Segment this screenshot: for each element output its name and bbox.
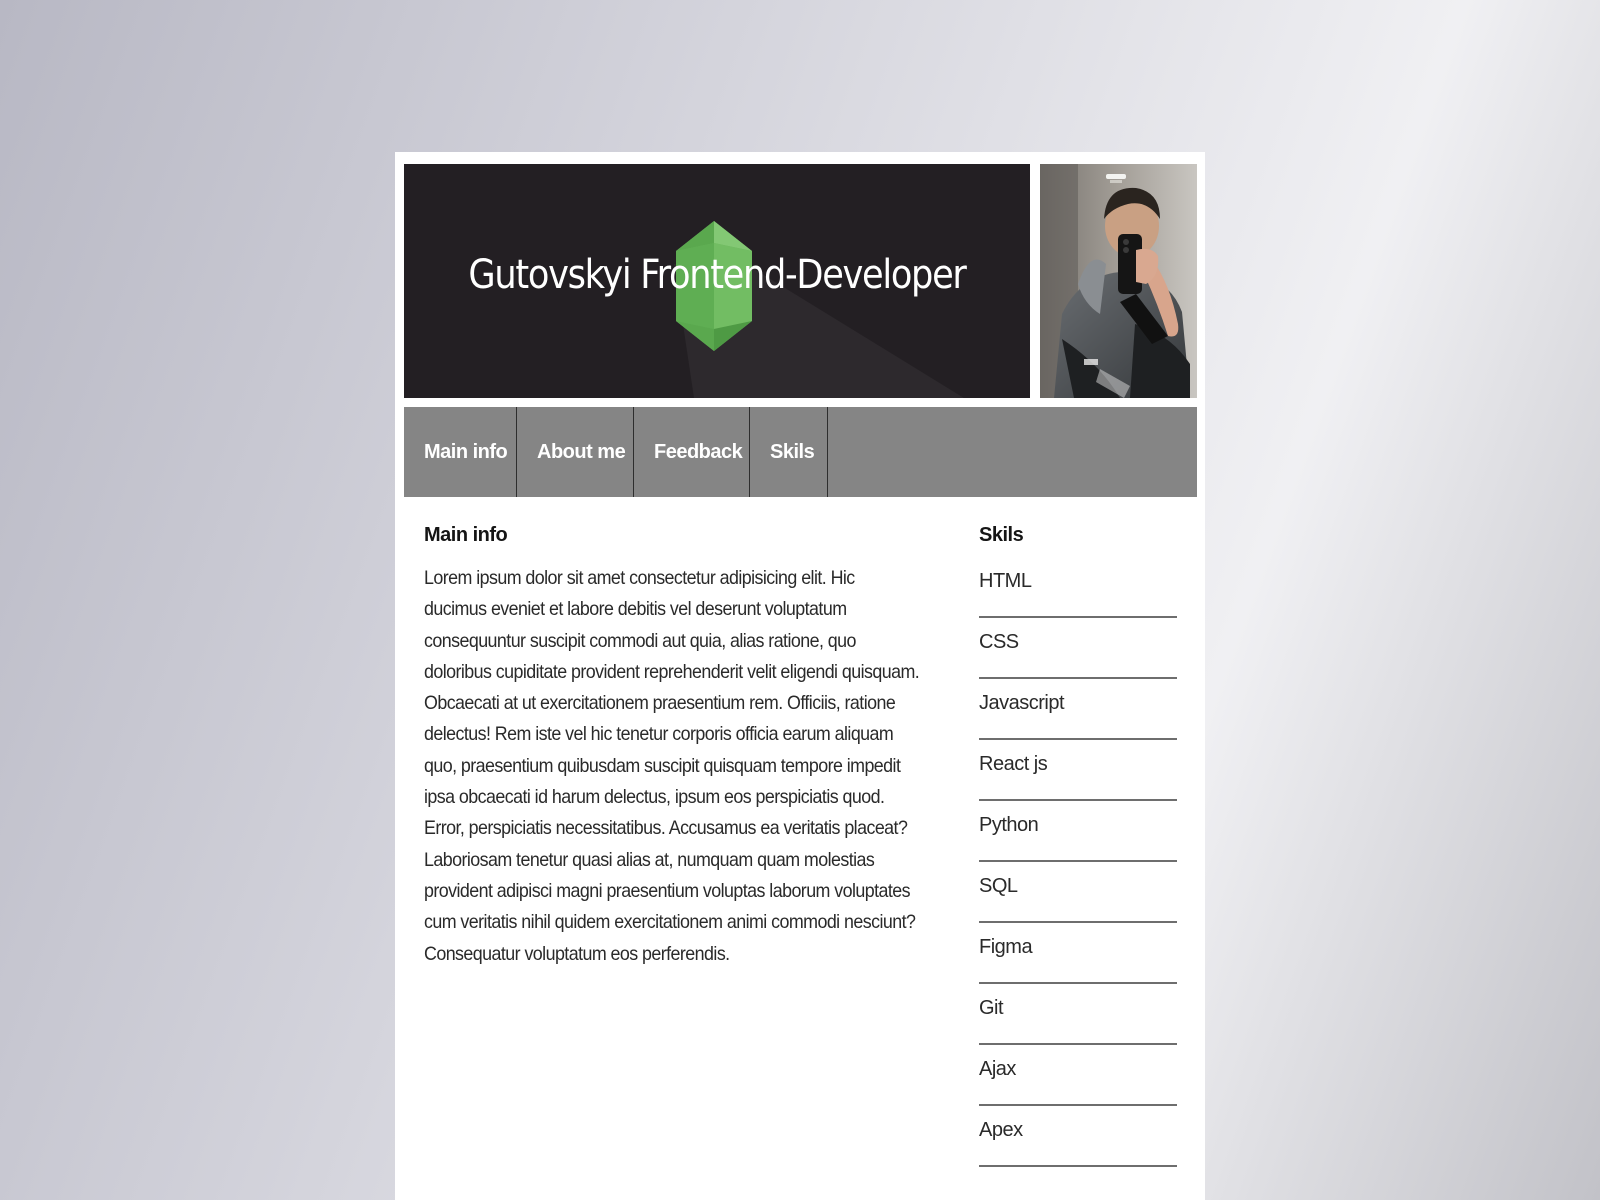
nav-item-skils[interactable]: Skils (750, 407, 828, 497)
page-card: Gutovskyi Frontend-Developer Main info A… (395, 152, 1205, 1200)
skill-item: React js (979, 740, 1177, 801)
main-info-heading: Main info (424, 524, 508, 546)
skill-item: Apex (979, 1106, 1177, 1167)
skill-item: Figma (979, 923, 1177, 984)
skills-heading: Skils (979, 524, 1024, 546)
skills-list: HTML CSS Javascript React js Python SQL … (979, 557, 1177, 1167)
header-banner: Gutovskyi Frontend-Developer (404, 164, 1030, 398)
main-info-section: Main info Lorem ipsum dolor sit amet con… (424, 524, 924, 970)
site-title: Gutovskyi Frontend-Developer (468, 252, 966, 298)
profile-photo (1040, 164, 1197, 398)
nav-bar: Main info About me Feedback Skils (404, 407, 1197, 497)
skill-item: SQL (979, 862, 1177, 923)
nav-item-feedback[interactable]: Feedback (634, 407, 750, 497)
skill-item: Ajax (979, 1045, 1177, 1106)
skill-item: Python (979, 801, 1177, 862)
skills-section: Skils HTML CSS Javascript React js Pytho… (979, 524, 1177, 1167)
nav-item-main-info[interactable]: Main info (404, 407, 517, 497)
skill-item: Javascript (979, 679, 1177, 740)
profile-photo-illustration (1040, 164, 1197, 398)
nav-item-about-me[interactable]: About me (517, 407, 634, 497)
skill-item: CSS (979, 618, 1177, 679)
skill-item: HTML (979, 557, 1177, 618)
main-info-text: Lorem ipsum dolor sit amet consectetur a… (424, 568, 920, 965)
skill-item: Git (979, 984, 1177, 1045)
